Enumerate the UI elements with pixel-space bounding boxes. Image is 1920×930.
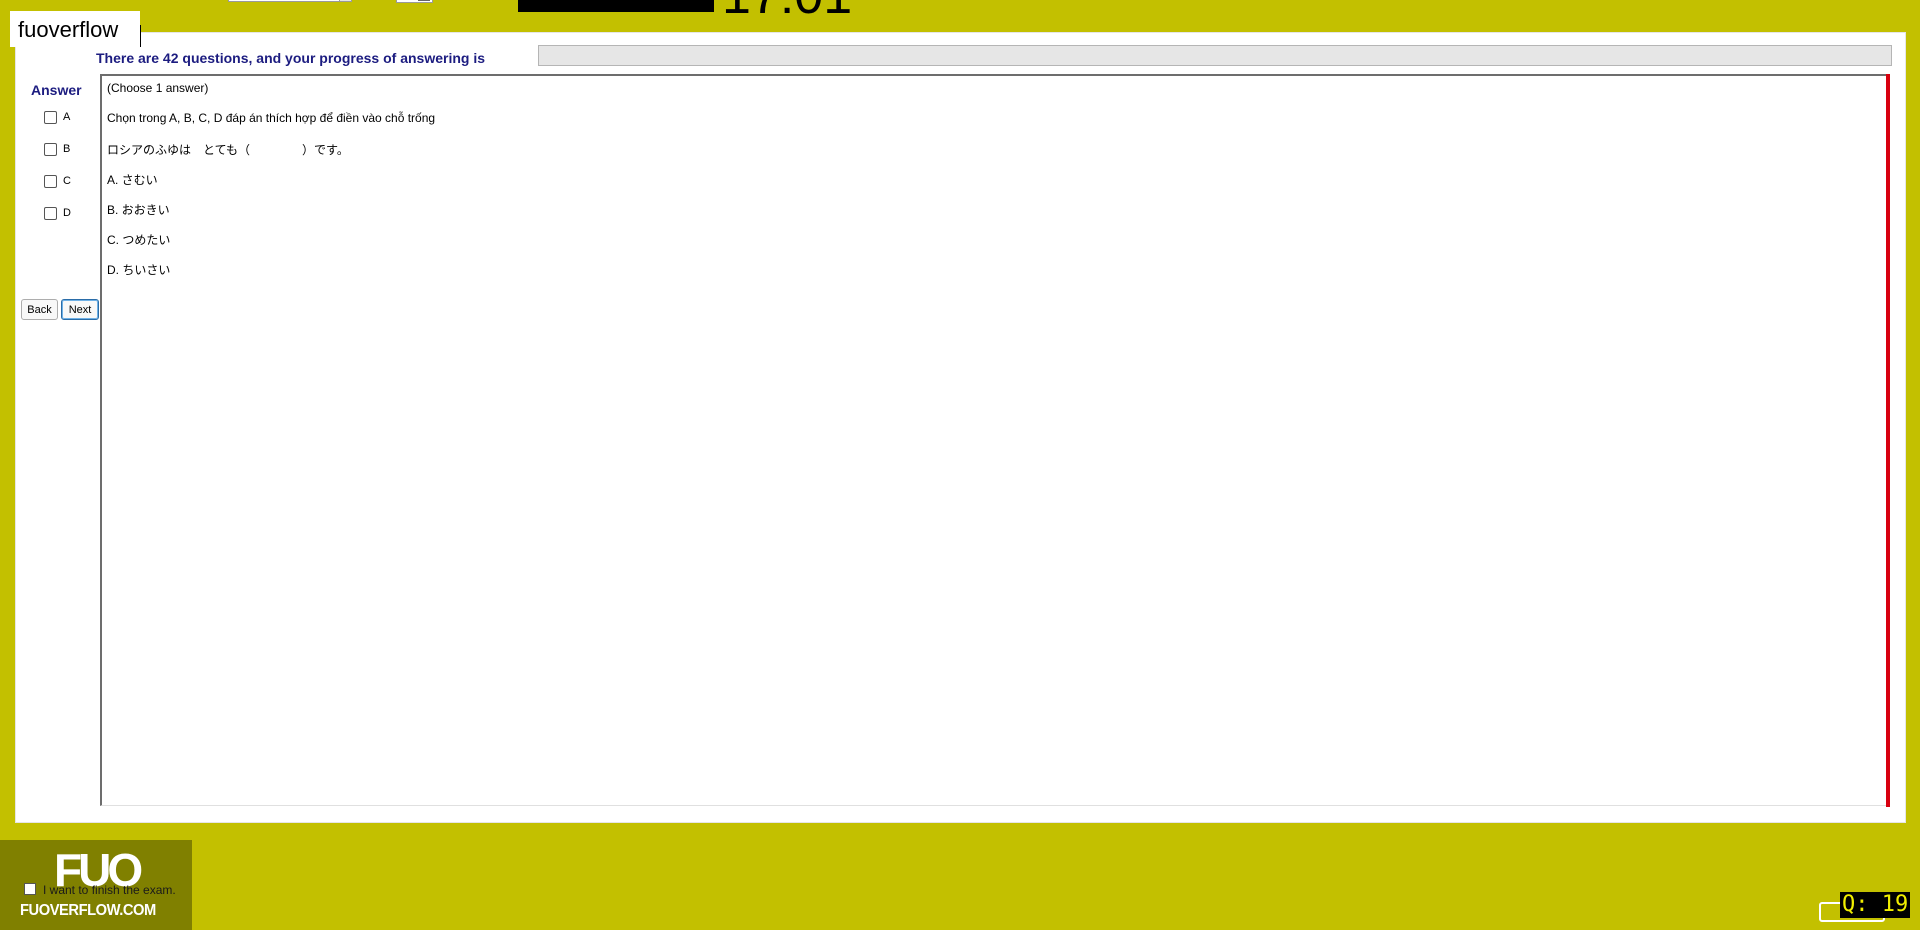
answer-checkbox-b[interactable] [44, 142, 57, 156]
brand-name: fuoverflow [18, 17, 119, 42]
progress-text: There are 42 questions, and your progres… [96, 50, 485, 66]
vertical-scrollbar[interactable] [1886, 74, 1890, 807]
finish-exam-checkbox[interactable] [24, 883, 36, 895]
answer-checkbox-d[interactable] [44, 206, 57, 220]
brand-label: fuoverflow [10, 11, 141, 47]
checkbox-icon [418, 0, 430, 1]
answer-label-b: B [63, 143, 71, 155]
zoom-checkbox-control[interactable] [396, 0, 433, 3]
question-instruction: (Choose 1 answer) [107, 81, 209, 95]
answer-checkbox-c[interactable] [44, 174, 57, 188]
answer-label-c: C [63, 175, 71, 187]
question-choice-d: D. ちいさい [107, 263, 171, 277]
answer-option-c[interactable]: C [44, 173, 71, 189]
question-choice-c: C. つめたい [107, 233, 171, 247]
back-button[interactable]: Back [21, 299, 58, 320]
next-button[interactable]: Next [61, 299, 99, 320]
answer-label-d: D [63, 207, 71, 219]
answer-option-a[interactable]: A [44, 109, 70, 125]
progress-bar [538, 45, 1892, 66]
question-sentence-before: ロシアのふゆは とても（ [107, 143, 251, 157]
answer-checkbox-a[interactable] [44, 110, 57, 124]
question-sentence: ロシアのふゆは とても（ ）です。 [107, 141, 349, 158]
exam-timer: 17:01 [722, 0, 852, 22]
timer-background-bar [518, 0, 714, 12]
question-choice-a: A. さむい [107, 173, 158, 187]
question-counter: Q: 19 [1840, 892, 1911, 918]
answer-heading: Answer [31, 82, 82, 98]
text-caret [140, 25, 141, 47]
answer-label-a: A [63, 111, 71, 123]
finish-exam-label: I want to finish the exam. [43, 883, 176, 897]
question-content-box [100, 74, 1888, 806]
question-choice-b: B. おおきい [107, 203, 170, 217]
answer-option-b[interactable]: B [44, 141, 70, 157]
font-size-dropdown[interactable] [228, 0, 352, 2]
question-sentence-after: ）です。 [302, 143, 349, 157]
answer-option-d[interactable]: D [44, 205, 71, 221]
logo-url: FUOVERFLOW.COM [20, 902, 156, 919]
question-prompt: Chọn trong A, B, C, D đáp án thích hợp đ… [107, 111, 436, 125]
chevron-down-icon [339, 0, 351, 1]
